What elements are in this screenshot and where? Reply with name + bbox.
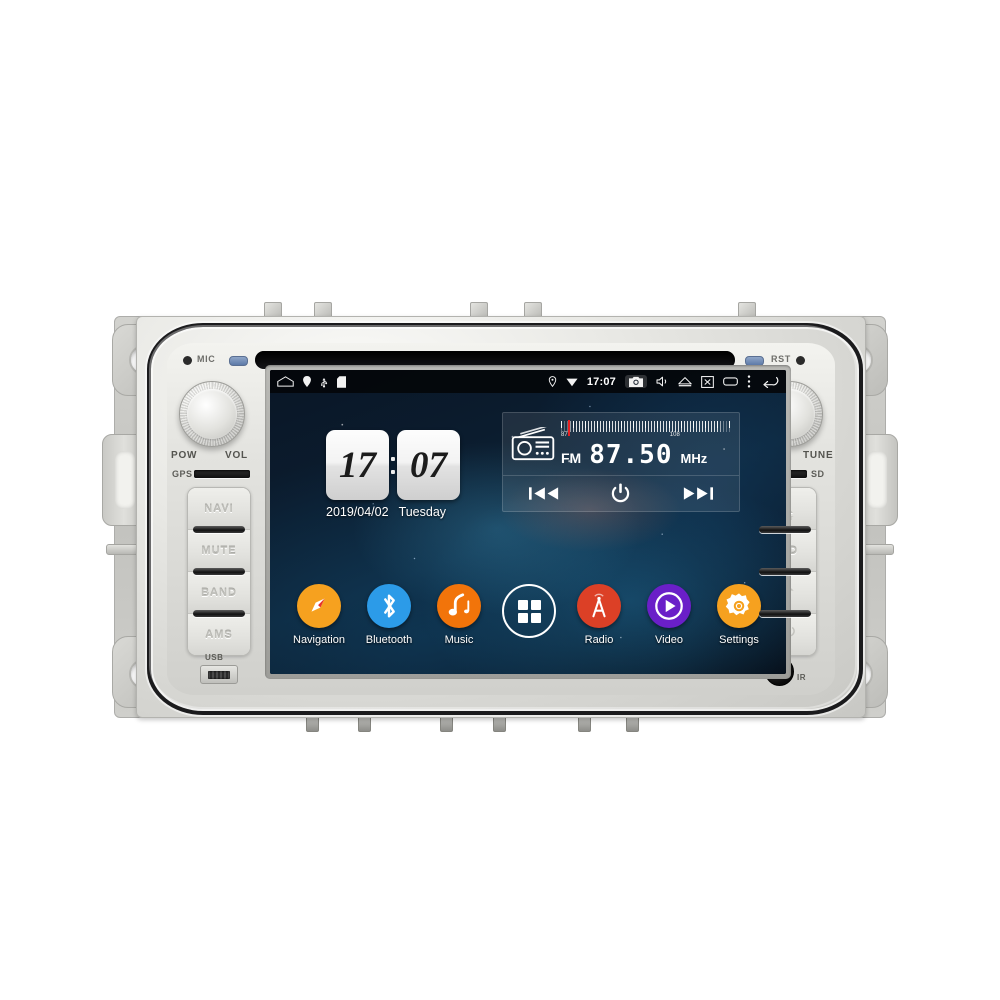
close-window-icon[interactable] bbox=[701, 375, 714, 388]
ams-button[interactable]: AMS bbox=[188, 613, 250, 655]
app-label: Video bbox=[655, 634, 683, 646]
sd-card-icon bbox=[337, 375, 346, 388]
navi-button-label: NAVI bbox=[204, 502, 234, 515]
sd-slot-label: SD bbox=[811, 469, 825, 479]
antenna-icon bbox=[577, 584, 621, 628]
next-track-icon[interactable] bbox=[683, 485, 714, 502]
tuner-needle bbox=[567, 419, 570, 436]
usb-label: USB bbox=[205, 653, 224, 662]
clock-colon bbox=[389, 430, 397, 500]
ir-label: IR bbox=[797, 673, 806, 682]
radio-controls bbox=[503, 475, 739, 511]
clock-subline: 2019/04/02 Tuesday bbox=[326, 505, 468, 519]
app-video[interactable]: Video bbox=[638, 584, 700, 646]
app-label: Navigation bbox=[293, 634, 345, 646]
status-led-left bbox=[229, 356, 248, 366]
faceplate: MIC RST POW VOL GPS NAVI MUTE BAND AMS U… bbox=[136, 316, 866, 718]
power-icon[interactable] bbox=[610, 482, 631, 505]
wifi-icon bbox=[566, 377, 578, 387]
button-groove bbox=[759, 568, 811, 575]
button-groove bbox=[193, 526, 245, 533]
app-label: Radio bbox=[584, 634, 614, 646]
app-dock: Navigation Bluetooth Music Radio Video S… bbox=[282, 584, 776, 664]
status-bar-clock: 17:07 bbox=[586, 375, 616, 388]
apps-grid-icon bbox=[502, 584, 556, 638]
clock-date: 2019/04/02 bbox=[326, 505, 389, 519]
pow-label: POW bbox=[171, 450, 198, 461]
app-music[interactable]: Music bbox=[428, 584, 490, 646]
tuner-max-label: 108 bbox=[669, 431, 680, 438]
ams-button-label: AMS bbox=[205, 628, 233, 641]
button-groove bbox=[759, 610, 811, 617]
car-head-unit: MIC RST POW VOL GPS NAVI MUTE BAND AMS U… bbox=[102, 302, 898, 732]
navi-button[interactable]: NAVI bbox=[188, 488, 250, 533]
radio-icon bbox=[511, 425, 555, 461]
radio-readout: 87 108 FM 87.50 MHz bbox=[561, 419, 731, 470]
android-status-bar: 17:07 bbox=[270, 370, 786, 393]
left-button-stack: NAVI MUTE BAND AMS bbox=[187, 487, 251, 656]
tune-label: TUNE bbox=[803, 450, 834, 461]
clock-widget[interactable]: 17 07 2019/04/02 Tuesday bbox=[326, 430, 468, 519]
recents-icon[interactable] bbox=[723, 376, 738, 387]
compass-icon bbox=[297, 584, 341, 628]
band-button[interactable]: BAND bbox=[188, 571, 250, 617]
usb-icon bbox=[320, 376, 328, 388]
tuner-scale[interactable]: 87 108 bbox=[561, 419, 731, 439]
gear-icon bbox=[717, 584, 761, 628]
app-navigation[interactable]: Navigation bbox=[288, 584, 350, 646]
flip-clock: 17 07 bbox=[326, 430, 468, 500]
play-circle-icon bbox=[647, 584, 691, 628]
mic-label: MIC bbox=[197, 354, 216, 364]
app-bluetooth[interactable]: Bluetooth bbox=[358, 584, 420, 646]
power-volume-knob[interactable] bbox=[179, 381, 245, 447]
mute-button-label: MUTE bbox=[201, 544, 237, 557]
mute-button[interactable]: MUTE bbox=[188, 529, 250, 575]
tuner-min-label: 87 bbox=[561, 431, 568, 438]
tuner-ticks-major bbox=[561, 420, 731, 428]
music-note-icon bbox=[437, 584, 481, 628]
knob-ridges bbox=[180, 382, 244, 446]
button-groove bbox=[193, 568, 245, 575]
frequency-line: FM 87.50 MHz bbox=[561, 440, 731, 470]
gps-card-slot[interactable] bbox=[194, 470, 250, 478]
prev-track-icon[interactable] bbox=[528, 485, 559, 502]
clock-hours: 17 bbox=[326, 430, 389, 500]
location-pin-filled-icon bbox=[303, 376, 311, 387]
touchscreen[interactable]: 17:07 17 07 2019/04/02 Tuesday 87 108 FM… bbox=[270, 370, 786, 674]
radio-widget[interactable]: 87 108 FM 87.50 MHz bbox=[502, 412, 740, 512]
radio-widget-top: 87 108 FM 87.50 MHz bbox=[503, 413, 739, 475]
app-label: Settings bbox=[719, 634, 759, 646]
app-all-apps[interactable] bbox=[498, 584, 560, 644]
eject-icon[interactable] bbox=[678, 376, 692, 387]
overflow-menu-icon[interactable] bbox=[747, 375, 751, 388]
vol-label: VOL bbox=[225, 450, 248, 461]
gps-slot-label: GPS bbox=[172, 469, 193, 479]
usb-port[interactable] bbox=[200, 665, 238, 684]
clock-weekday: Tuesday bbox=[398, 505, 447, 519]
reset-label: RST bbox=[771, 354, 791, 364]
microphone-icon bbox=[183, 356, 192, 365]
bluetooth-icon bbox=[367, 584, 411, 628]
gps-pin-icon bbox=[548, 376, 557, 387]
band-label: FM bbox=[561, 449, 582, 466]
app-label: Music bbox=[444, 634, 474, 646]
app-label: Bluetooth bbox=[365, 634, 413, 646]
clock-minutes: 07 bbox=[397, 430, 460, 500]
band-button-label: BAND bbox=[201, 586, 237, 599]
volume-icon[interactable] bbox=[656, 376, 669, 387]
button-groove bbox=[193, 610, 245, 617]
camera-icon[interactable] bbox=[625, 375, 647, 388]
back-arrow-icon[interactable] bbox=[760, 375, 779, 388]
home-outline-icon[interactable] bbox=[277, 376, 294, 387]
screen-bezel: 17:07 17 07 2019/04/02 Tuesday 87 108 FM… bbox=[265, 365, 791, 679]
reset-button[interactable] bbox=[796, 356, 805, 365]
frequency-value: 87.50 bbox=[589, 439, 673, 470]
frequency-unit: MHz bbox=[680, 450, 708, 466]
app-radio[interactable]: Radio bbox=[568, 584, 630, 646]
button-groove bbox=[759, 526, 811, 533]
